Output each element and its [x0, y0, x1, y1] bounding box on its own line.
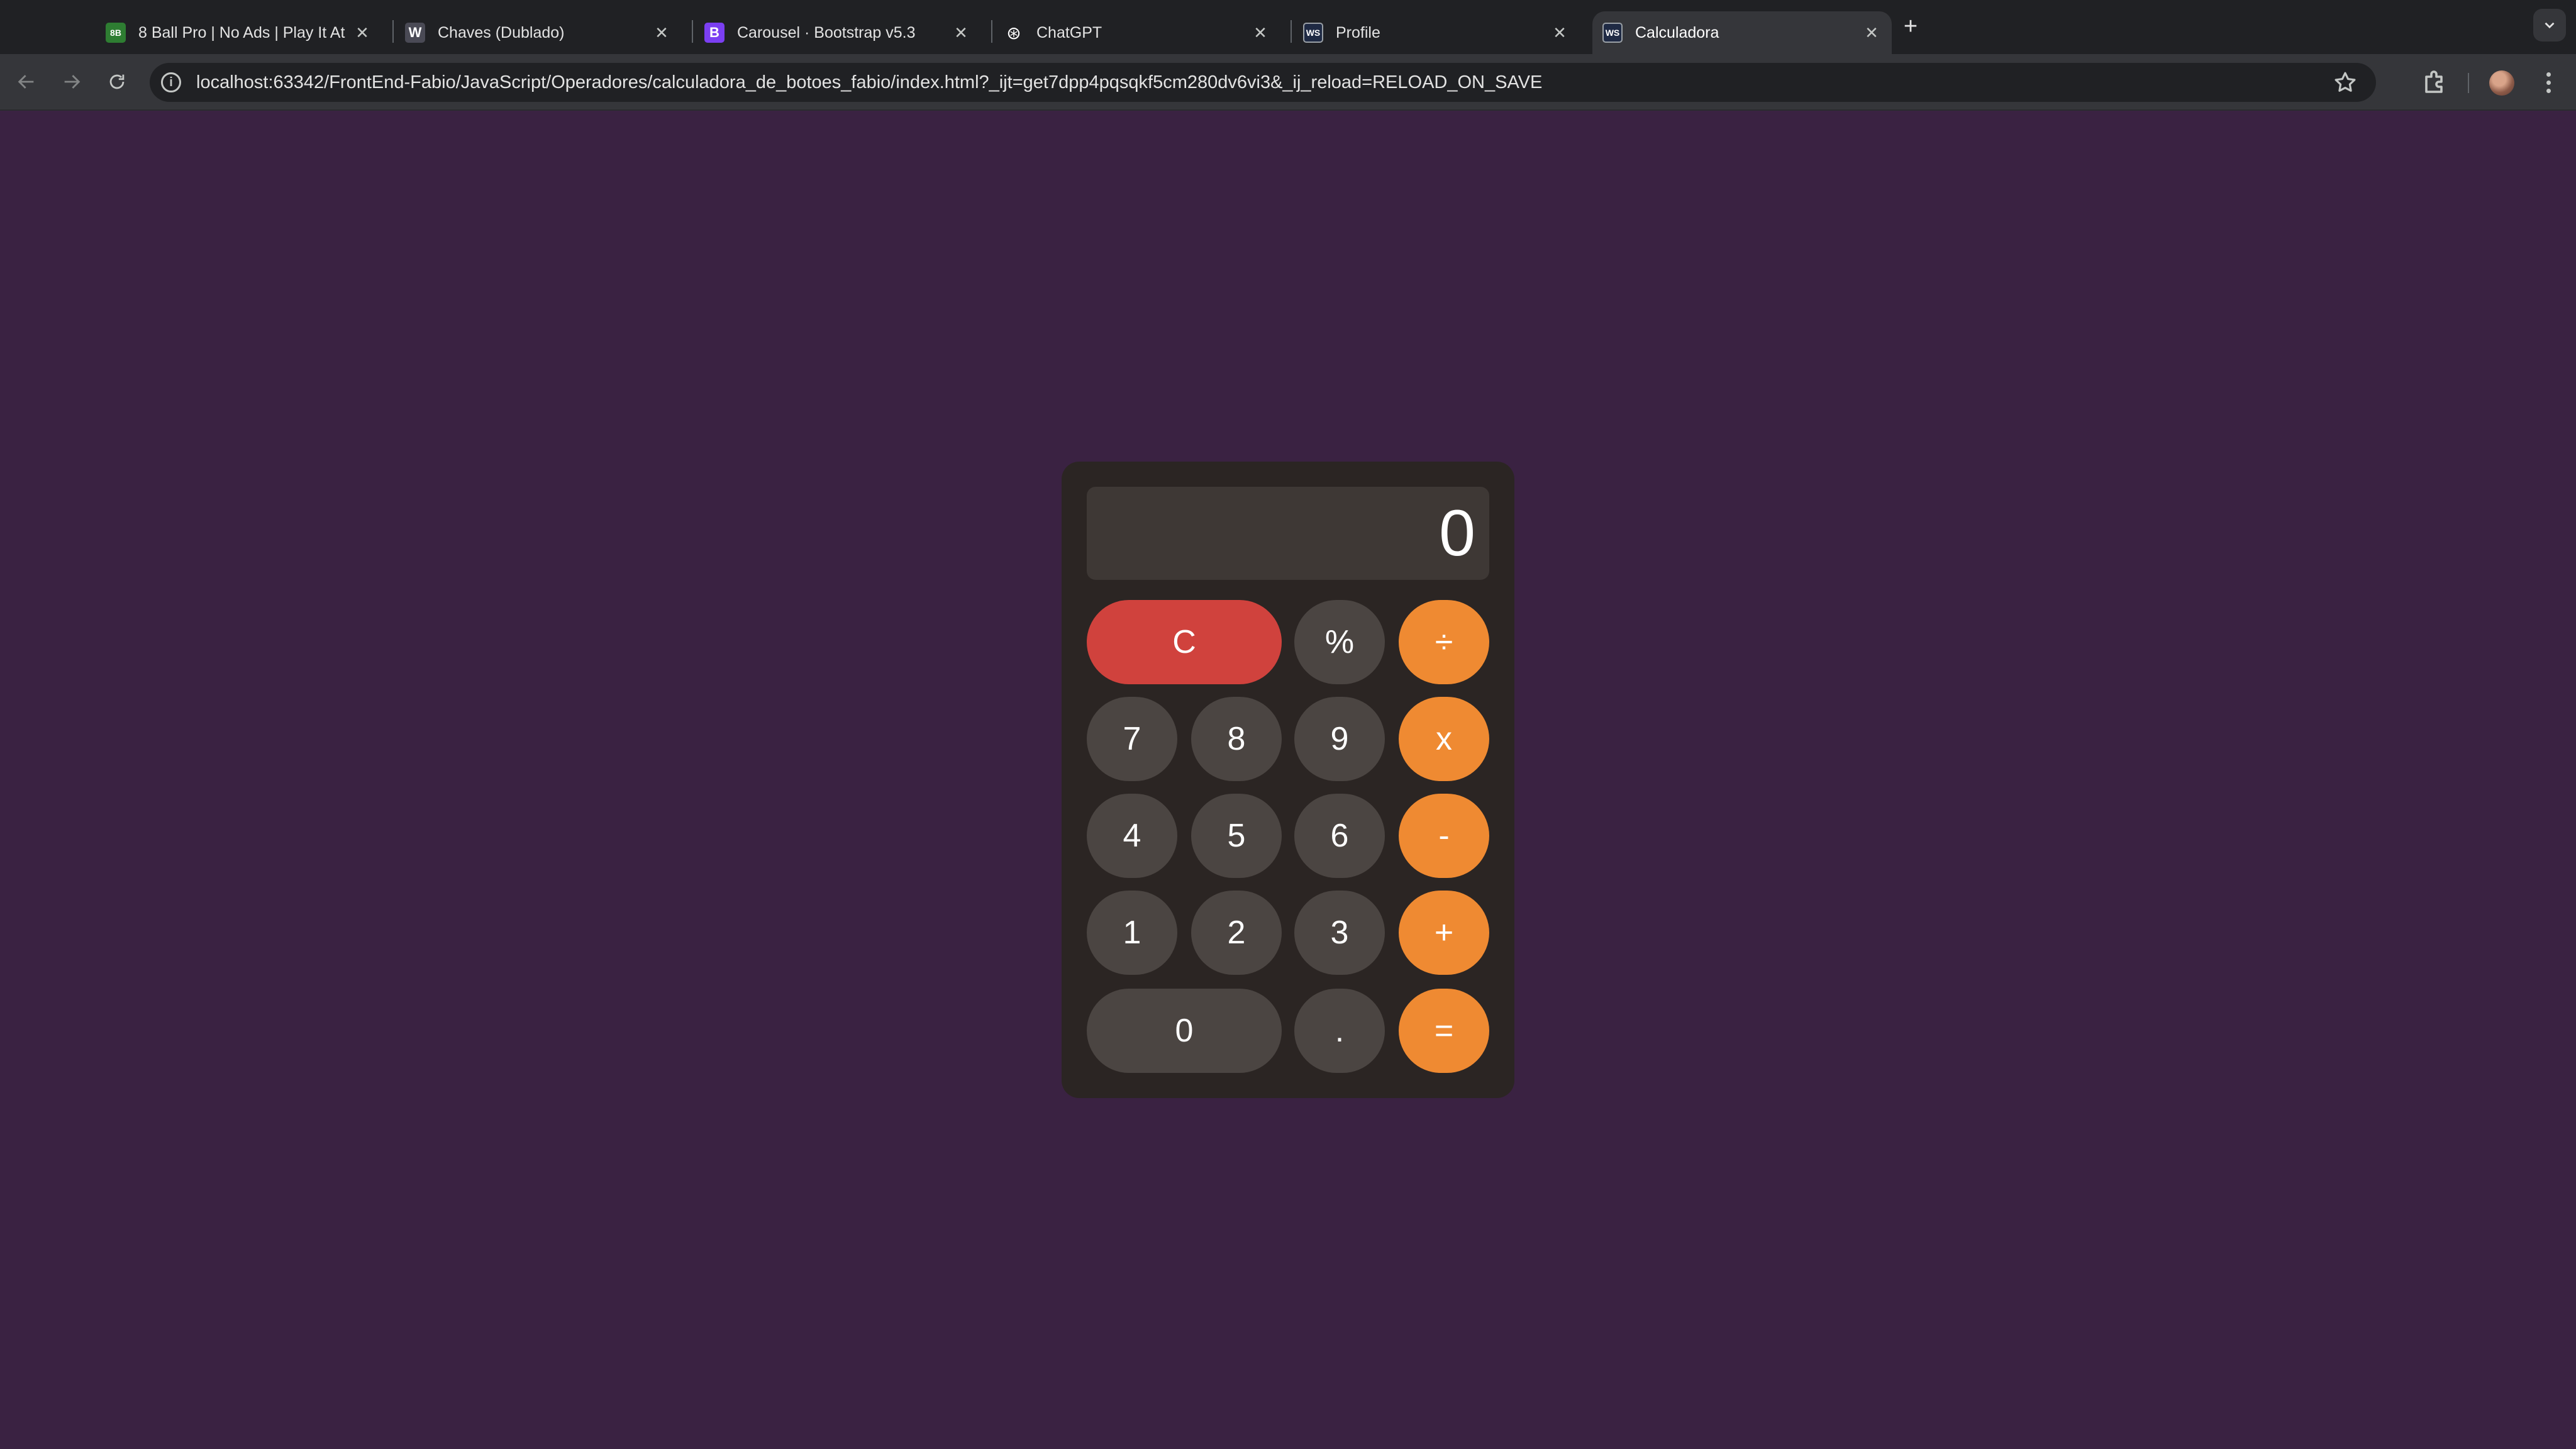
site-info-icon[interactable]: i — [161, 72, 181, 92]
chaves-favicon-icon: W — [405, 23, 425, 43]
close-tab-icon[interactable]: ✕ — [350, 20, 375, 45]
digit-3-button[interactable]: 3 — [1294, 891, 1385, 975]
digit-5-button[interactable]: 5 — [1191, 794, 1282, 878]
profile-avatar[interactable] — [2489, 70, 2514, 96]
tab-title: Calculadora — [1635, 23, 1719, 42]
8-ball-pro-favicon-icon: 8B — [106, 23, 126, 43]
chevron-down-icon[interactable] — [2533, 9, 2566, 42]
tab-carousel-bootstrap[interactable]: B Carousel · Bootstrap v5.3 ✕ — [694, 11, 981, 54]
digit-8-button[interactable]: 8 — [1191, 697, 1282, 781]
plus-button[interactable]: + — [1399, 891, 1489, 975]
url-text[interactable]: localhost:63342/FrontEnd-Fabio/JavaScrip… — [196, 72, 1542, 93]
calculator: 0 C % ÷ 7 8 9 x 4 5 6 - 1 2 3 + 0 . = — [1062, 462, 1514, 1098]
back-arrow-icon[interactable] — [10, 65, 43, 98]
bootstrap-favicon-icon: B — [704, 23, 724, 43]
digit-7-button[interactable]: 7 — [1087, 697, 1177, 781]
digit-9-button[interactable]: 9 — [1294, 697, 1385, 781]
tab-separator — [991, 20, 992, 43]
tab-title: 8 Ball Pro | No Ads | Play It At — [138, 23, 345, 42]
multiply-button[interactable]: x — [1399, 697, 1489, 781]
extensions-puzzle-icon[interactable] — [2420, 67, 2450, 97]
equals-button[interactable]: = — [1399, 989, 1489, 1073]
tab-chatgpt[interactable]: ⊛ ChatGPT ✕ — [994, 11, 1280, 54]
close-tab-icon[interactable]: ✕ — [1547, 20, 1572, 45]
digit-2-button[interactable]: 2 — [1191, 891, 1282, 975]
percent-button[interactable]: % — [1294, 600, 1385, 684]
bookmark-star-icon[interactable] — [2332, 69, 2358, 96]
digit-4-button[interactable]: 4 — [1087, 794, 1177, 878]
close-tab-icon[interactable]: ✕ — [1859, 20, 1884, 45]
close-tab-icon[interactable]: ✕ — [948, 20, 974, 45]
tab-profile[interactable]: WS Profile ✕ — [1293, 11, 1580, 54]
new-tab-icon[interactable]: + — [1897, 13, 1924, 40]
tab-8-ball-pro[interactable]: 8B 8 Ball Pro | No Ads | Play It At ✕ — [96, 11, 382, 54]
clear-button[interactable]: C — [1087, 600, 1282, 684]
close-tab-icon[interactable]: ✕ — [1248, 20, 1273, 45]
tab-separator — [392, 20, 394, 43]
forward-arrow-icon[interactable] — [55, 65, 88, 98]
tab-title: Carousel · Bootstrap v5.3 — [737, 23, 916, 42]
address-bar[interactable]: i localhost:63342/FrontEnd-Fabio/JavaScr… — [150, 63, 2376, 102]
toolbar-separator — [2468, 73, 2469, 93]
browser-toolbar: i localhost:63342/FrontEnd-Fabio/JavaScr… — [0, 54, 2576, 111]
close-tab-icon[interactable]: ✕ — [649, 20, 674, 45]
chatgpt-favicon-icon: ⊛ — [1004, 23, 1024, 43]
tab-title: Chaves (Dublado) — [438, 23, 565, 42]
calculator-display: 0 — [1087, 487, 1489, 580]
tab-strip: 8B 8 Ball Pro | No Ads | Play It At ✕ W … — [0, 0, 2576, 54]
decimal-button[interactable]: . — [1294, 989, 1385, 1073]
digit-0-button[interactable]: 0 — [1087, 989, 1282, 1073]
digit-1-button[interactable]: 1 — [1087, 891, 1177, 975]
reload-icon[interactable] — [101, 65, 133, 98]
tab-separator — [692, 20, 693, 43]
webstorm-favicon-icon: WS — [1602, 23, 1623, 43]
minus-button[interactable]: - — [1399, 794, 1489, 878]
tab-calculadora[interactable]: WS Calculadora ✕ — [1592, 11, 1892, 54]
tab-title: ChatGPT — [1036, 23, 1102, 42]
webstorm-favicon-icon: WS — [1303, 23, 1323, 43]
more-menu-icon[interactable] — [2534, 68, 2562, 97]
tab-title: Profile — [1336, 23, 1380, 42]
digit-6-button[interactable]: 6 — [1294, 794, 1385, 878]
tab-separator — [1291, 20, 1292, 43]
tab-chaves-dublado[interactable]: W Chaves (Dublado) ✕ — [395, 11, 682, 54]
divide-button[interactable]: ÷ — [1399, 600, 1489, 684]
